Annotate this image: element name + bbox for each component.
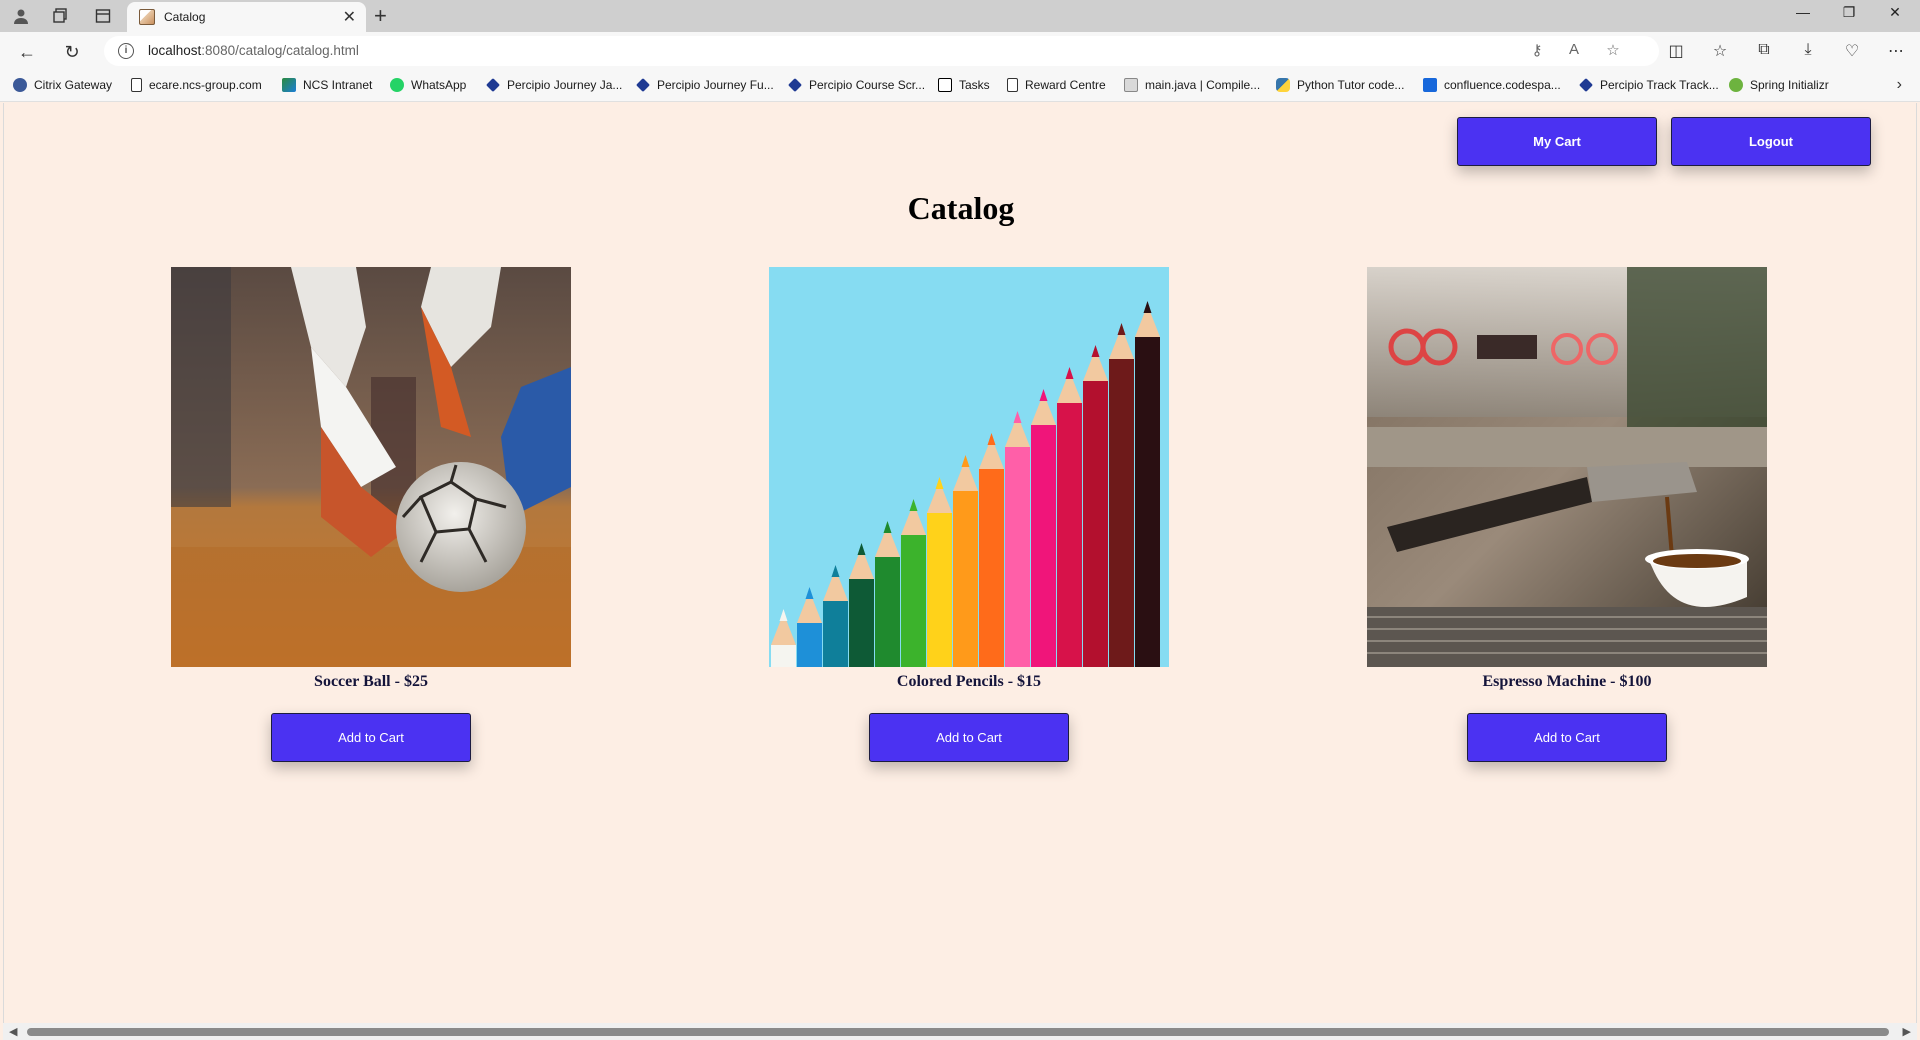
workspaces-icon[interactable]: [51, 6, 71, 26]
favorite-star-icon[interactable]: ☆: [1602, 41, 1624, 59]
more-menu-icon[interactable]: ⋯: [1884, 41, 1908, 61]
confluence-icon: [1423, 78, 1437, 92]
bookmark-main-java[interactable]: main.java | Compile...: [1124, 78, 1260, 92]
my-cart-button[interactable]: My Cart: [1457, 117, 1657, 166]
product-card: Espresso Machine - $100 Add to Cart: [1367, 267, 1767, 762]
refresh-icon[interactable]: ↻: [60, 40, 84, 64]
soccer-ball-image: [171, 267, 571, 667]
espresso-machine-image: [1367, 267, 1767, 667]
close-tab-icon[interactable]: ✕: [343, 7, 356, 27]
bookmark-confluence[interactable]: confluence.codespa...: [1423, 78, 1561, 92]
bookmark-ncs-intranet[interactable]: NCS Intranet: [282, 78, 372, 92]
page-title: Catalog: [907, 190, 1015, 226]
whatsapp-icon: [390, 78, 404, 92]
spring-icon: [1729, 78, 1743, 92]
downloads-icon[interactable]: ⤓: [1796, 41, 1820, 59]
product-name: Soccer Ball - $25: [314, 673, 428, 690]
percipio-icon: [788, 78, 802, 92]
scrollbar-thumb[interactable]: [27, 1028, 1889, 1036]
url-bar[interactable]: i localhost:8080/catalog/catalog.html ⚷ …: [104, 36, 1659, 66]
catalog-favicon-icon: [139, 9, 155, 25]
collections-icon[interactable]: ⧉: [1752, 41, 1776, 59]
logout-button[interactable]: Logout: [1671, 117, 1871, 166]
product-card: Soccer Ball - $25 Add to Cart: [171, 267, 571, 762]
percipio-icon: [1579, 78, 1593, 92]
product-name: Espresso Machine - $100: [1482, 673, 1652, 690]
bookmark-percipio-course-scr[interactable]: Percipio Course Scr...: [788, 78, 925, 92]
address-toolbar: ← ↻ i localhost:8080/catalog/catalog.htm…: [0, 32, 1920, 70]
page-icon: [1007, 78, 1018, 92]
bookmark-tasks[interactable]: Tasks: [938, 78, 990, 92]
add-to-cart-button[interactable]: Add to Cart: [271, 713, 471, 762]
bookmark-percipio-journey-fu[interactable]: Percipio Journey Fu...: [636, 78, 774, 92]
bookmark-percipio-journey-ja[interactable]: Percipio Journey Ja...: [486, 78, 622, 92]
new-tab-icon[interactable]: +: [374, 3, 387, 29]
colored-pencils-image: [769, 267, 1169, 667]
add-to-cart-button[interactable]: Add to Cart: [1467, 713, 1667, 762]
notion-icon: [938, 78, 952, 92]
scroll-left-arrow-icon[interactable]: ◀: [9, 1025, 17, 1038]
bookmark-citrix-gateway[interactable]: Citrix Gateway: [13, 78, 112, 92]
scroll-right-arrow-icon[interactable]: ▶: [1903, 1025, 1911, 1038]
product-card: Colored Pencils - $15 Add to Cart: [769, 267, 1169, 762]
favorites-icon[interactable]: ☆: [1708, 41, 1732, 61]
tab-title: Catalog: [164, 10, 206, 24]
product-name: Colored Pencils - $15: [896, 673, 1042, 690]
bookmark-reward-centre[interactable]: Reward Centre: [1007, 78, 1106, 92]
split-screen-icon[interactable]: ◫: [1664, 41, 1688, 61]
add-to-cart-button[interactable]: Add to Cart: [869, 713, 1069, 762]
restore-icon[interactable]: ❐: [1834, 4, 1864, 21]
page-viewport: My Cart Logout Catalog Soccer Ball - $25…: [3, 103, 1917, 1023]
tab-catalog[interactable]: Catalog ✕: [127, 2, 366, 32]
percipio-icon: [486, 78, 500, 92]
browser-tab-bar: Catalog ✕ + — ❐ ✕: [0, 0, 1920, 32]
horizontal-scrollbar[interactable]: ◀ ▶: [3, 1023, 1917, 1040]
bookmark-whatsapp[interactable]: WhatsApp: [390, 78, 466, 92]
compiler-icon: [1124, 78, 1138, 92]
ncs-icon: [282, 78, 296, 92]
page-icon: [131, 78, 142, 92]
bookmark-python-tutor[interactable]: Python Tutor code...: [1276, 78, 1404, 92]
bookmarks-bar: Citrix Gateway ecare.ncs-group.com NCS I…: [0, 70, 1920, 102]
bookmark-ecare[interactable]: ecare.ncs-group.com: [131, 78, 262, 92]
bookmarks-overflow-chevron-icon[interactable]: ›: [1897, 76, 1902, 94]
bookmark-spring-initializr[interactable]: Spring Initializr: [1729, 78, 1829, 92]
url-text[interactable]: localhost:8080/catalog/catalog.html: [148, 43, 359, 58]
key-icon[interactable]: ⚷: [1526, 41, 1548, 59]
close-window-icon[interactable]: ✕: [1880, 4, 1910, 21]
citrix-icon: [13, 78, 27, 92]
tab-actions-icon[interactable]: [93, 6, 113, 26]
percipio-icon: [636, 78, 650, 92]
bookmark-percipio-track[interactable]: Percipio Track Track...: [1579, 78, 1719, 92]
minimize-icon[interactable]: —: [1788, 4, 1818, 20]
site-info-icon[interactable]: i: [118, 43, 134, 59]
profile-icon[interactable]: [11, 6, 31, 26]
read-aloud-icon[interactable]: A: [1563, 41, 1585, 58]
back-arrow-icon[interactable]: ←: [15, 40, 39, 64]
browser-essentials-icon[interactable]: ♡: [1840, 41, 1864, 61]
python-icon: [1276, 78, 1290, 92]
